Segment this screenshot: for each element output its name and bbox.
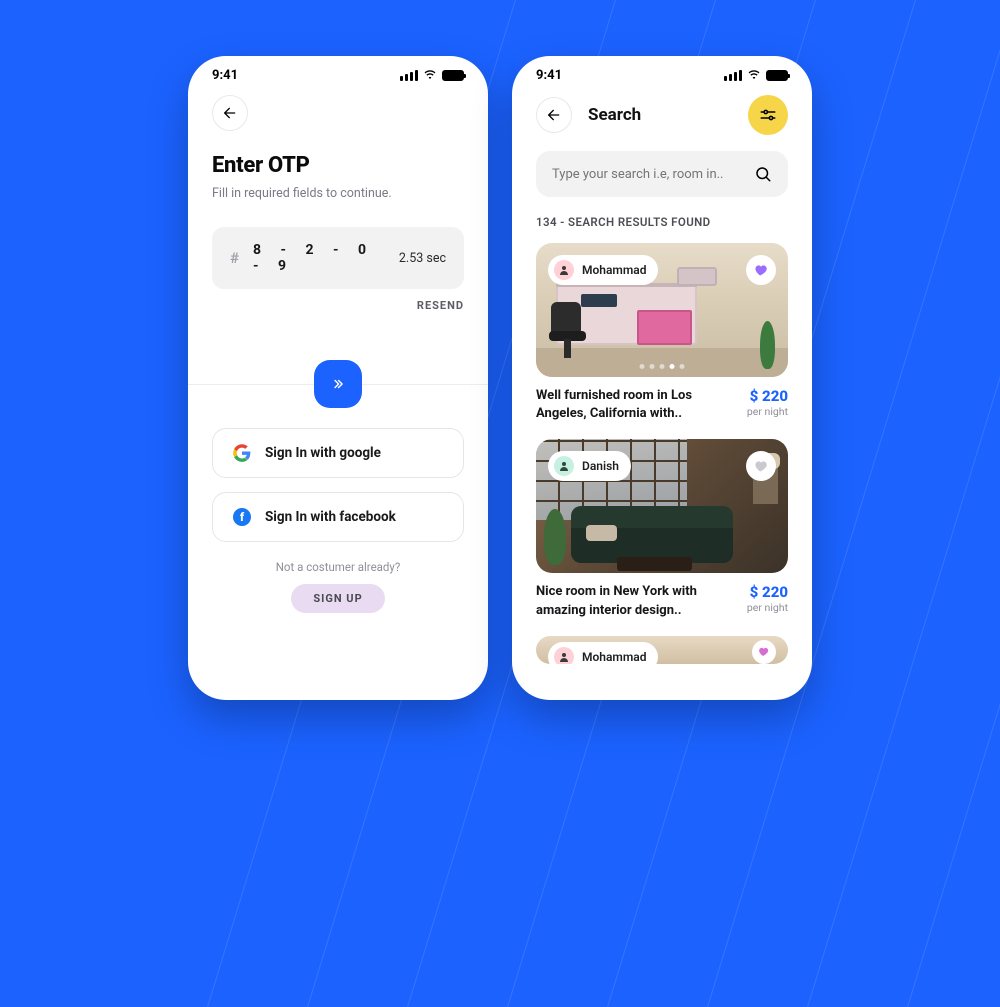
google-signin-label: Sign In with google [265, 445, 381, 461]
heart-icon [754, 263, 769, 278]
status-bar: 9:41 [512, 56, 812, 89]
signup-button[interactable]: SIGN UP [291, 584, 384, 613]
wifi-icon [423, 70, 437, 81]
listing-image[interactable]: Danish [536, 439, 788, 573]
favorite-button[interactable] [746, 255, 776, 285]
phone-search-screen: 9:41 Search 134 - SEARCH RESULTS FOUND [512, 56, 812, 700]
arrow-left-icon [546, 107, 562, 123]
page-title: Search [588, 105, 732, 125]
battery-icon [766, 70, 788, 81]
results-scroll[interactable]: Mohammad Well furnished room in Los Ange… [512, 243, 812, 700]
status-time: 9:41 [212, 68, 238, 83]
otp-timer: 2.53 sec [399, 251, 446, 266]
listing-title: Well furnished room in Los Angeles, Cali… [536, 387, 735, 423]
back-button[interactable] [536, 97, 572, 133]
otp-input-box[interactable]: # 8 - 2 - 0 - 9 2.53 sec [212, 227, 464, 289]
otp-digits: 8 - 2 - 0 - 9 [253, 242, 385, 274]
host-pill[interactable]: Mohammad [548, 255, 658, 285]
host-name: Danish [582, 459, 619, 473]
battery-icon [442, 70, 464, 81]
listing-card[interactable]: Danish Nice room in New York with amazin… [536, 439, 788, 619]
facebook-signin-label: Sign In with facebook [265, 509, 396, 525]
host-pill[interactable]: Danish [548, 451, 631, 481]
signal-icon [400, 70, 418, 81]
google-icon [233, 444, 251, 462]
google-signin-button[interactable]: Sign In with google [212, 428, 464, 478]
signup-note: Not a costumer already? [212, 560, 464, 574]
image-pagination-dots[interactable] [640, 364, 685, 369]
back-button[interactable] [212, 95, 248, 131]
person-icon [558, 264, 570, 276]
favorite-button[interactable] [752, 640, 776, 664]
page-subtitle: Fill in required fields to continue. [212, 186, 464, 201]
listing-price-unit: per night [747, 601, 788, 614]
status-time: 9:41 [536, 68, 562, 83]
signal-icon [724, 70, 742, 81]
listing-title: Nice room in New York with amazing inter… [536, 583, 735, 619]
listing-card[interactable]: Mohammad [536, 636, 788, 664]
person-icon [558, 651, 570, 663]
phone-otp-screen: 9:41 Enter OTP Fill in required fields t… [188, 56, 488, 700]
hash-icon: # [230, 249, 239, 267]
listing-price: $ 220 [747, 583, 788, 601]
listing-card[interactable]: Mohammad Well furnished room in Los Ange… [536, 243, 788, 423]
sliders-icon [759, 106, 777, 124]
listing-image[interactable]: Mohammad [536, 243, 788, 377]
heart-icon [758, 646, 770, 658]
host-name: Mohammad [582, 263, 646, 277]
facebook-signin-button[interactable]: f Sign In with facebook [212, 492, 464, 542]
host-pill[interactable]: Mohammad [548, 642, 658, 664]
listing-price-unit: per night [747, 405, 788, 418]
host-avatar [554, 647, 574, 664]
facebook-icon: f [233, 508, 251, 526]
search-icon [754, 165, 772, 183]
person-icon [558, 460, 570, 472]
filter-button[interactable] [748, 95, 788, 135]
arrow-left-icon [222, 105, 238, 121]
submit-button[interactable] [314, 360, 362, 408]
search-input[interactable] [552, 167, 744, 182]
host-avatar [554, 456, 574, 476]
heart-icon [754, 459, 769, 474]
page-title: Enter OTP [212, 153, 464, 178]
resend-button[interactable]: RESEND [417, 299, 464, 312]
wifi-icon [747, 70, 761, 81]
chevron-double-right-icon [329, 377, 347, 391]
host-name: Mohammad [582, 650, 646, 664]
listing-price: $ 220 [747, 387, 788, 405]
results-count-heading: 134 - SEARCH RESULTS FOUND [536, 215, 788, 229]
host-avatar [554, 260, 574, 280]
search-input-box[interactable] [536, 151, 788, 197]
status-bar: 9:41 [188, 56, 488, 89]
status-icons [724, 70, 788, 81]
listing-image[interactable]: Mohammad [536, 636, 788, 664]
status-icons [400, 70, 464, 81]
